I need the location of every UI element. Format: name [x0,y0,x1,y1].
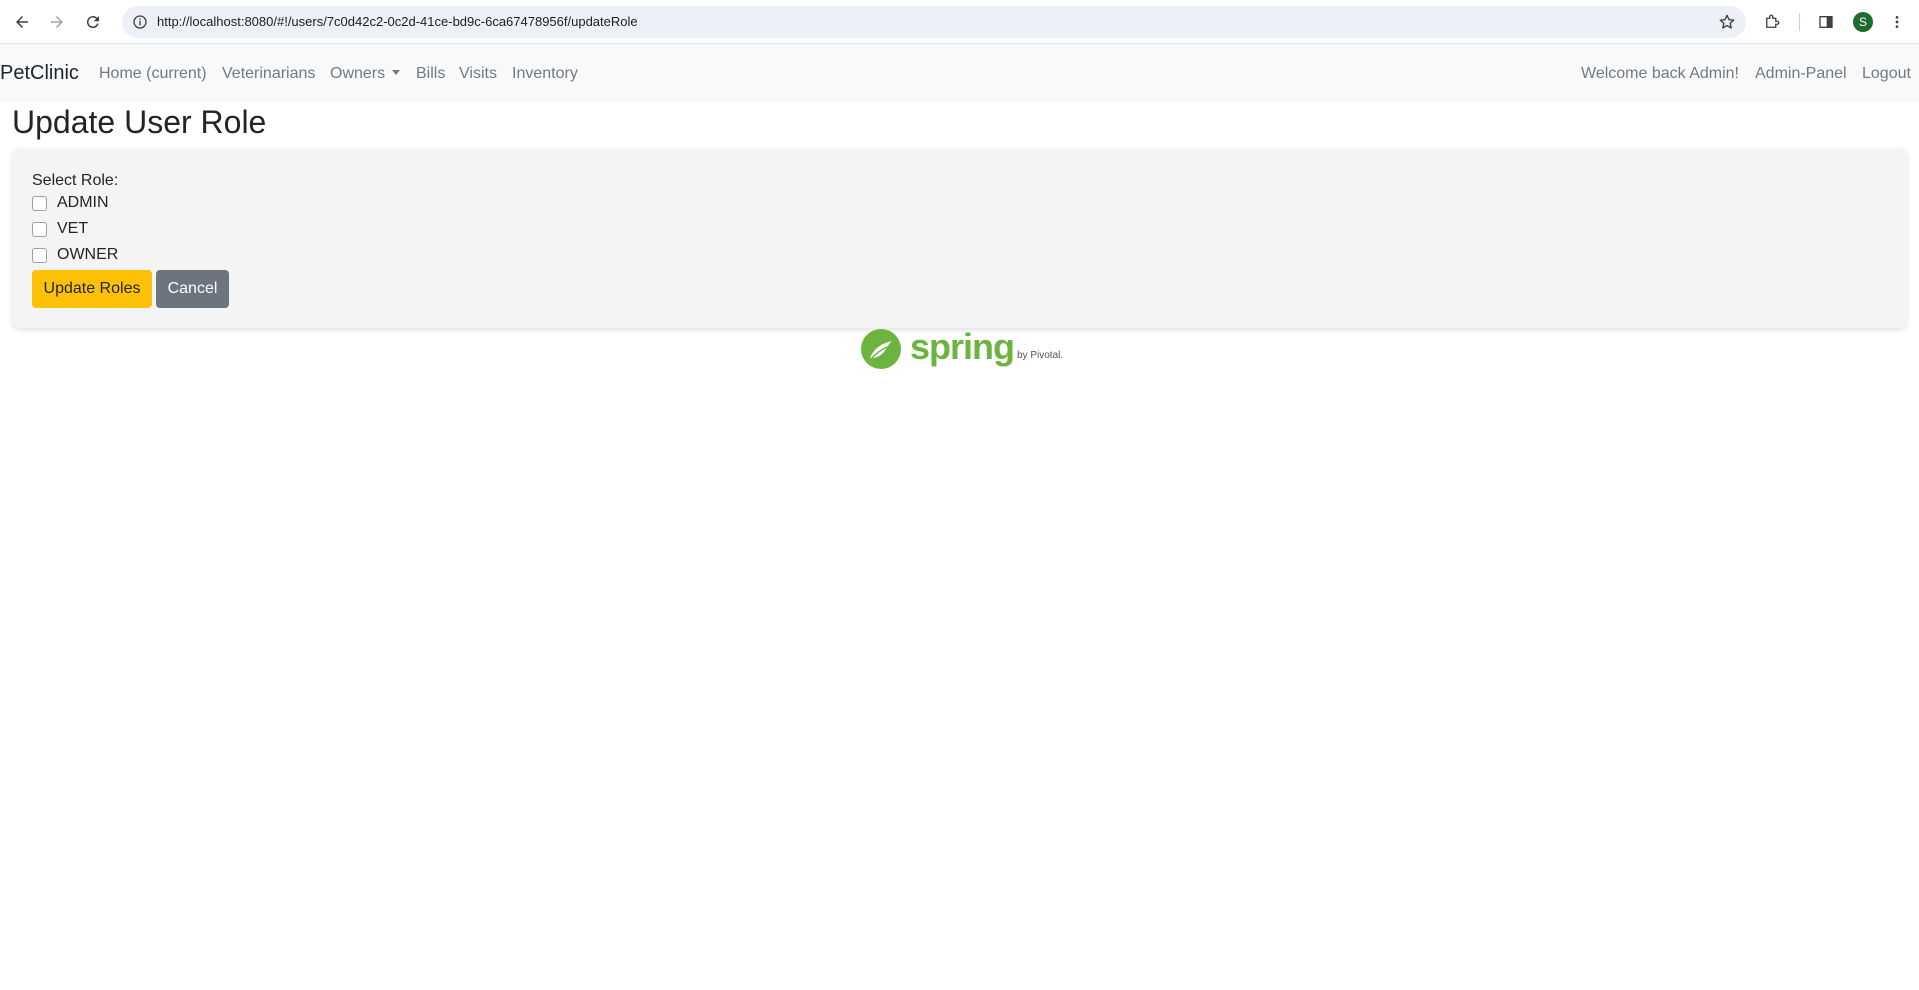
reload-button[interactable] [80,9,106,35]
welcome-text: Welcome back Admin! [1581,65,1739,82]
update-roles-button[interactable]: Update Roles [32,270,152,308]
role-option-vet[interactable]: VET [32,218,88,240]
back-arrow-icon [16,16,28,28]
role-option-admin[interactable]: ADMIN [32,192,109,214]
url-text[interactable]: http://localhost:8080/#!/users/7c0d42c2-… [157,14,638,29]
back-button[interactable] [9,9,35,35]
more-menu-button[interactable] [1886,11,1908,33]
side-panel-icon [1819,16,1833,28]
nav-inventory[interactable]: Inventory [512,65,578,83]
nav-home[interactable]: Home (current) [99,65,207,83]
chevron-down-icon [392,70,401,75]
nav-veterinarians[interactable]: Veterinarians [222,65,315,83]
select-role-label: Select Role: [32,172,119,189]
bookmark-star-icon[interactable] [1718,13,1736,31]
spring-wordmark: spring [910,326,1015,367]
owner-label: OWNER [57,246,119,263]
toolbar-separator [1799,13,1800,31]
forward-button[interactable] [44,9,70,35]
site-info-icon[interactable] [132,14,148,30]
role-form-card: Select Role: ADMIN VET OWNER Update Role… [12,148,1907,328]
vet-label: VET [57,220,89,237]
nav-visits[interactable]: Visits [459,65,497,83]
nav-logout[interactable]: Logout [1862,65,1911,83]
owner-checkbox[interactable] [32,247,47,263]
extensions-icon [1766,14,1780,28]
nav-owners-label: Owners [330,65,386,82]
address-bar[interactable]: http://localhost:8080/#!/users/7c0d42c2-… [122,6,1746,38]
cancel-button[interactable]: Cancel [156,270,229,308]
more-menu-icon [1895,16,1899,28]
profile-avatar[interactable]: S [1853,12,1873,32]
spring-leaf-icon [861,329,901,369]
side-panel-button[interactable] [1815,11,1837,33]
brand-link[interactable]: PetClinic [0,62,79,85]
admin-checkbox[interactable] [32,195,47,211]
spring-logo: spring by Pivotal. [860,326,1064,370]
app-navbar: PetClinic Home (current) Veterinarians O… [0,44,1919,102]
reload-icon [86,16,99,29]
pivotal-byline: by Pivotal. [1017,350,1064,361]
extensions-button[interactable] [1761,11,1783,33]
nav-admin-panel[interactable]: Admin-Panel [1755,65,1847,83]
browser-toolbar: http://localhost:8080/#!/users/7c0d42c2-… [0,0,1919,44]
vet-checkbox[interactable] [32,221,47,237]
page-title: Update User Role [12,104,267,140]
role-option-owner[interactable]: OWNER [32,244,118,266]
nav-bills[interactable]: Bills [416,65,445,83]
nav-owners-dropdown[interactable]: Owners [330,65,401,83]
forward-arrow-icon [51,16,63,28]
admin-label: ADMIN [57,194,109,211]
